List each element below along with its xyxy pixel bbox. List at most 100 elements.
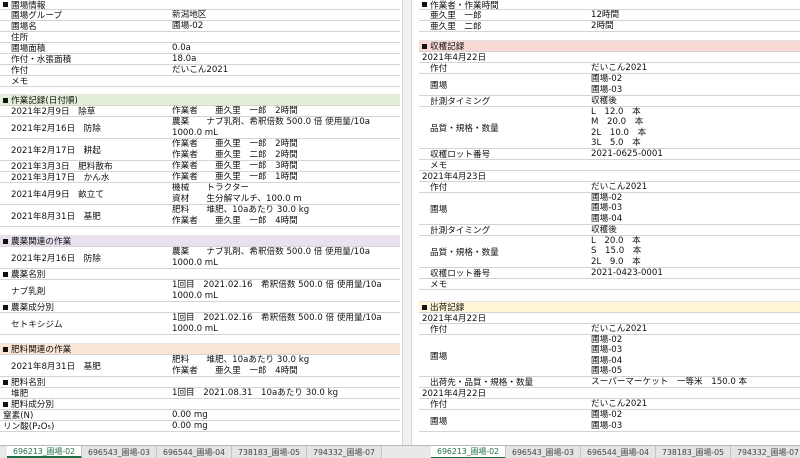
work-row[interactable]: 2021年3月3日 肥料散布 作業者 亜久里 一郎 3時間 <box>0 161 400 172</box>
harvest-row[interactable]: 収穫ロット番号 2021-0625-0001 <box>419 149 800 160</box>
cell-value: L 20.0 本 S 15.0 本 2L 9.0 本 <box>591 236 642 267</box>
cell-label: 計測タイミング <box>430 226 491 236</box>
left-sheet: 圃場情報 圃場グループ 新潟地区 圃場名 圃場-02 住所 圃場面積 0.0a 作付・… <box>0 0 400 432</box>
cell-label: 作付 <box>430 325 448 335</box>
pesticide-name-row[interactable]: ナブ乳剤 1回目 2021.02.16 希釈倍数 500.0 倍 使用量/10a … <box>0 280 400 302</box>
pesticide-row[interactable]: 2021年2月16日 防除 農薬 ナブ乳剤、希釈倍数 500.0 倍 使用量/10… <box>0 247 400 269</box>
info-row[interactable]: 住所 <box>0 32 400 43</box>
cell-value: 肥料 堆肥、10aあたり 30.0 kg 作業者 亜久里 一郎 4時間 <box>172 205 310 226</box>
cell-value: 0.00 mg <box>172 410 208 420</box>
shipping-row[interactable]: 作付 だいこん2021 <box>419 324 800 335</box>
cell-value: だいこん2021 <box>591 63 648 73</box>
cell-value: 作業者 亜久里 一郎 3時間 <box>172 161 298 171</box>
info-row[interactable]: 圃場名 圃場-02 <box>0 21 400 32</box>
work-row[interactable]: 2021年2月9日 除草 作業者 亜久里 一郎 2時間 <box>0 106 400 117</box>
cell-value: 収穫後 <box>591 96 617 106</box>
harvest-row[interactable]: 品質・規格・数量 L 12.0 本 M 20.0 本 2L 10.0 本 3L 5… <box>419 107 800 149</box>
cell-label: 圃場 <box>430 351 448 362</box>
cell-value: 1回目 2021.02.16 希釈倍数 500.0 倍 使用量/10a 1000… <box>172 313 382 334</box>
sheet-tab[interactable]: 794332_圃場-07 <box>307 446 382 458</box>
square-bullet-icon <box>3 401 8 407</box>
work-row[interactable]: 2021年3月17日 かん水 作業者 亜久里 一郎 1時間 <box>0 172 400 183</box>
cell-value: 作業者 亜久里 一郎 1時間 <box>172 172 298 182</box>
sheet-tab[interactable]: 738183_圃場-05 <box>656 446 731 458</box>
fertilizer-component-row[interactable]: 窒素(N) 0.00 mg <box>0 410 400 421</box>
cell-label: 作付 <box>430 400 448 410</box>
cell-label: 2021年2月17日 耕起 <box>11 145 101 156</box>
subsection-fertilizer-component: 肥料成分別 <box>0 399 400 410</box>
subsection-title: 農薬成分別 <box>11 303 54 313</box>
cell-label: 圃場名 <box>11 22 37 32</box>
info-row[interactable]: 作付・水張面積 18.0a <box>0 54 400 65</box>
shipping-row[interactable]: 圃場 圃場-02 圃場-03 <box>419 410 800 432</box>
square-bullet-icon <box>3 2 8 7</box>
sheet-tab[interactable]: 696213_圃場-02 <box>7 446 82 458</box>
harvest-row[interactable]: 収穫ロット番号 2021-0423-0001 <box>419 268 800 279</box>
cell-value: 作業者 亜久里 一郎 2時間 作業者 亜久里 二郎 2時間 <box>172 139 298 160</box>
sheet-tab-bar: 696213_圃場-02 696543_圃場-03 696544_圃場-04 7… <box>0 445 800 458</box>
pane-splitter[interactable] <box>402 0 412 445</box>
square-bullet-icon <box>422 304 427 310</box>
info-row[interactable]: メモ <box>0 76 400 87</box>
cell-value: だいこん2021 <box>591 182 648 192</box>
fertilizer-name-row[interactable]: 堆肥 1回目 2021.08.31 10aあたり 30.0 kg <box>0 388 400 399</box>
cell-value: 18.0a <box>172 54 197 64</box>
cell-value: 1回目 2021.08.31 10aあたり 30.0 kg <box>172 388 339 398</box>
cell-value: 作業者 亜久里 一郎 2時間 <box>172 106 298 116</box>
cell-label: 2021年8月31日 基肥 <box>11 361 101 372</box>
spacer-row <box>0 335 400 344</box>
info-row[interactable]: 圃場面積 0.0a <box>0 43 400 54</box>
info-row[interactable]: 圃場グループ 新潟地区 <box>0 10 400 21</box>
cell-label: 2021年2月9日 除草 <box>11 107 96 117</box>
info-row[interactable]: 作付 だいこん2021 <box>0 65 400 76</box>
work-row[interactable]: 2021年2月17日 耕起 作業者 亜久里 一郎 2時間 作業者 亜久里 二郎 2… <box>0 139 400 161</box>
work-row[interactable]: 2021年4月9日 畝立て 機械 トラクター 資材 生分解マルチ、100.0 m <box>0 183 400 205</box>
cell-value: 1回目 2021.02.16 希釈倍数 500.0 倍 使用量/10a 1000… <box>172 280 382 301</box>
work-row[interactable]: 2021年2月16日 防除 農薬 ナブ乳剤、希釈倍数 500.0 倍 使用量/10… <box>0 117 400 139</box>
cell-value: 圃場-02 圃場-03 圃場-04 圃場-05 <box>591 335 623 376</box>
harvest-row[interactable]: 作付 だいこん2021 <box>419 63 800 74</box>
section-workers: 作業者・作業時間 <box>419 0 800 10</box>
shipping-row[interactable]: 圃場 圃場-02 圃場-03 圃場-04 圃場-05 <box>419 335 800 377</box>
cell-label: ナブ乳剤 <box>11 286 46 297</box>
harvest-row[interactable]: メモ <box>419 279 800 290</box>
cell-value: 機械 トラクター 資材 生分解マルチ、100.0 m <box>172 183 302 204</box>
cell-label: 圃場 <box>430 416 448 427</box>
worker-row[interactable]: 亜久里 二郎 2時間 <box>419 21 800 32</box>
cell-label: 作付 <box>11 66 29 76</box>
pesticide-component-row[interactable]: セトキシジム 1回目 2021.02.16 希釈倍数 500.0 倍 使用量/10… <box>0 313 400 335</box>
cell-label: リン酸(P₂O₅) <box>3 422 55 432</box>
harvest-row[interactable]: 圃場 圃場-02 圃場-03 <box>419 74 800 96</box>
sheet-tab[interactable]: 696544_圃場-04 <box>157 446 232 458</box>
cell-value: 2時間 <box>591 21 614 31</box>
section-work-records: 作業記録(日付順) <box>0 95 400 106</box>
harvest-row[interactable]: 品質・規格・数量 L 20.0 本 S 15.0 本 2L 9.0 本 <box>419 236 800 268</box>
shipping-row[interactable]: 作付 だいこん2021 <box>419 399 800 410</box>
sheet-tab[interactable]: 696543_圃場-03 <box>82 446 157 458</box>
fertilizer-component-row[interactable]: リン酸(P₂O₅) 0.00 mg <box>0 421 400 432</box>
sheet-tab[interactable]: 696543_圃場-03 <box>506 446 581 458</box>
spacer-row <box>419 290 800 302</box>
section-title: 農薬関連の作業 <box>11 237 72 247</box>
subsection-pesticide-component: 農薬成分別 <box>0 302 400 313</box>
harvest-row[interactable]: 圃場 圃場-02 圃場-03 圃場-04 <box>419 193 800 225</box>
fertilizer-row[interactable]: 2021年8月31日 基肥 肥料 堆肥、10aあたり 30.0 kg 作業者 亜久… <box>0 355 400 377</box>
cell-label: 窒素(N) <box>3 411 34 421</box>
harvest-row[interactable]: 計測タイミング 収穫後 <box>419 96 800 107</box>
sheet-tab[interactable]: 794332_圃場-07 <box>731 446 800 458</box>
worker-row[interactable]: 亜久里 一郎 12時間 <box>419 10 800 21</box>
sheet-tab[interactable]: 696544_圃場-04 <box>581 446 656 458</box>
cell-label: メモ <box>430 280 448 290</box>
cell-value: 肥料 堆肥、10aあたり 30.0 kg 作業者 亜久里 一郎 4時間 <box>172 355 310 376</box>
cell-label: 圃場グループ <box>11 11 63 21</box>
cell-label: 2021年2月16日 防除 <box>11 253 101 264</box>
cell-label: 圃場 <box>430 204 448 215</box>
spacer-row <box>419 32 800 41</box>
square-bullet-icon <box>3 346 8 352</box>
sheet-tab[interactable]: 738183_圃場-05 <box>232 446 307 458</box>
cell-label: メモ <box>11 77 29 87</box>
harvest-row[interactable]: 計測タイミング 収穫後 <box>419 225 800 236</box>
sheet-tab[interactable]: 696213_圃場-02 <box>431 446 506 458</box>
harvest-row[interactable]: 作付 だいこん2021 <box>419 182 800 193</box>
work-row[interactable]: 2021年8月31日 基肥 肥料 堆肥、10aあたり 30.0 kg 作業者 亜久… <box>0 205 400 227</box>
